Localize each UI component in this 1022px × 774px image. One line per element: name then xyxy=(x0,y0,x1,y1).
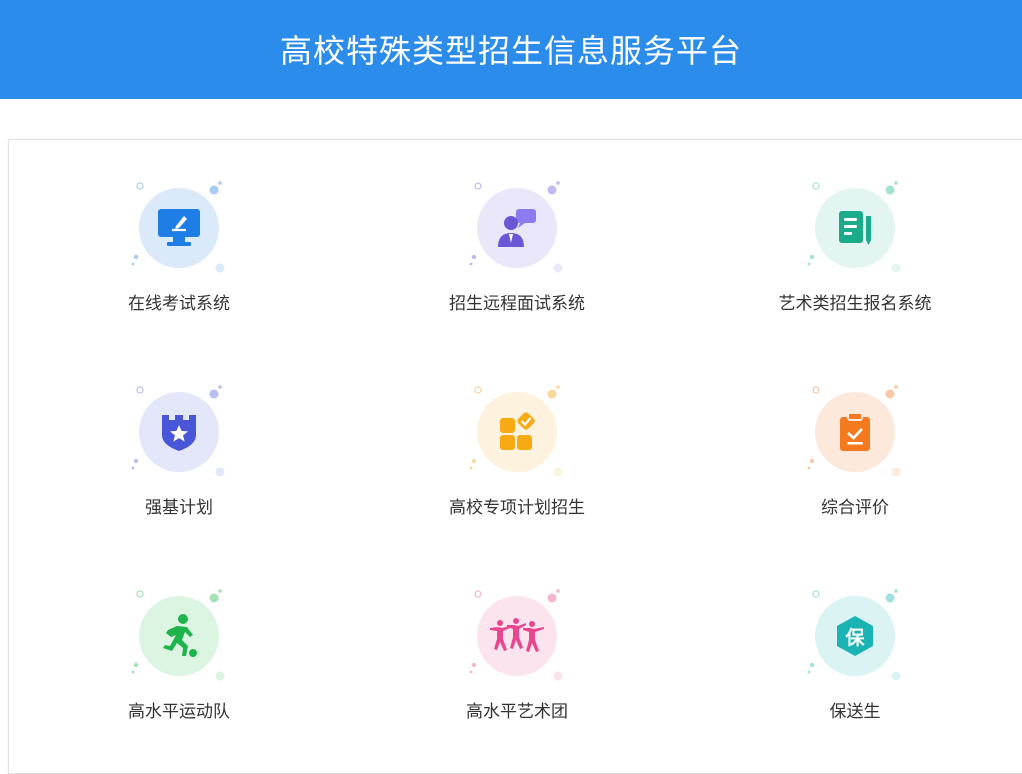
service-icon-wrap xyxy=(805,180,905,280)
service-icon-wrap xyxy=(129,384,229,484)
monitor-pen-icon xyxy=(156,207,202,249)
service-label: 高校专项计划招生 xyxy=(449,498,585,518)
service-icon-circle xyxy=(815,392,895,472)
blocks-check-icon xyxy=(497,412,537,452)
service-icon-wrap xyxy=(467,384,567,484)
service-icon-wrap: 保 xyxy=(805,588,905,688)
service-label: 招生远程面试系统 xyxy=(449,294,585,314)
service-card[interactable]: 高水平运动队 xyxy=(69,588,289,748)
interview-person-icon xyxy=(494,205,540,251)
service-card[interactable]: 在线考试系统 xyxy=(69,180,289,340)
soccer-player-icon xyxy=(157,613,201,659)
service-label: 综合评价 xyxy=(821,498,889,518)
document-pen-icon xyxy=(835,208,875,248)
service-icon-circle: 保 xyxy=(815,596,895,676)
service-icon-circle xyxy=(477,188,557,268)
page-title: 高校特殊类型招生信息服务平台 xyxy=(279,31,742,70)
service-icon-circle xyxy=(815,188,895,268)
service-card[interactable]: 保 保送生 xyxy=(745,588,965,748)
service-icon-circle xyxy=(477,596,557,676)
clipboard-check-icon xyxy=(836,411,874,453)
service-label: 艺术类招生报名系统 xyxy=(778,294,932,314)
service-label: 高水平运动队 xyxy=(128,702,230,722)
bao-glyph: 保 xyxy=(844,626,865,649)
services-grid: 在线考试系统 招生远程面试系统 艺术类招生报名系统 强基计划 高校专项计划招生 … xyxy=(9,140,1022,773)
service-label: 在线考试系统 xyxy=(128,294,230,314)
service-card[interactable]: 艺术类招生报名系统 xyxy=(745,180,965,340)
service-card[interactable]: 综合评价 xyxy=(745,384,965,544)
service-icon-circle xyxy=(477,392,557,472)
castle-star-icon xyxy=(159,411,199,453)
service-icon-circle xyxy=(139,188,219,268)
service-icon-wrap xyxy=(129,180,229,280)
header-bar: 高校特殊类型招生信息服务平台 xyxy=(0,0,1022,99)
service-label: 保送生 xyxy=(829,702,881,722)
service-card[interactable]: 强基计划 xyxy=(69,384,289,544)
service-card[interactable]: 高校专项计划招生 xyxy=(407,384,627,544)
service-label: 高水平艺术团 xyxy=(466,702,568,722)
service-icon-circle xyxy=(139,392,219,472)
service-icon-wrap xyxy=(467,180,567,280)
service-icon-circle xyxy=(139,596,219,676)
hexagon-bao-icon: 保 xyxy=(834,614,876,658)
service-icon-wrap xyxy=(129,588,229,688)
service-card[interactable]: 高水平艺术团 xyxy=(407,588,627,748)
service-icon-wrap xyxy=(805,384,905,484)
service-card[interactable]: 招生远程面试系统 xyxy=(407,180,627,340)
service-label: 强基计划 xyxy=(145,498,213,518)
dancers-icon xyxy=(488,616,546,656)
services-panel: 在线考试系统 招生远程面试系统 艺术类招生报名系统 强基计划 高校专项计划招生 … xyxy=(8,139,1022,774)
service-icon-wrap xyxy=(467,588,567,688)
